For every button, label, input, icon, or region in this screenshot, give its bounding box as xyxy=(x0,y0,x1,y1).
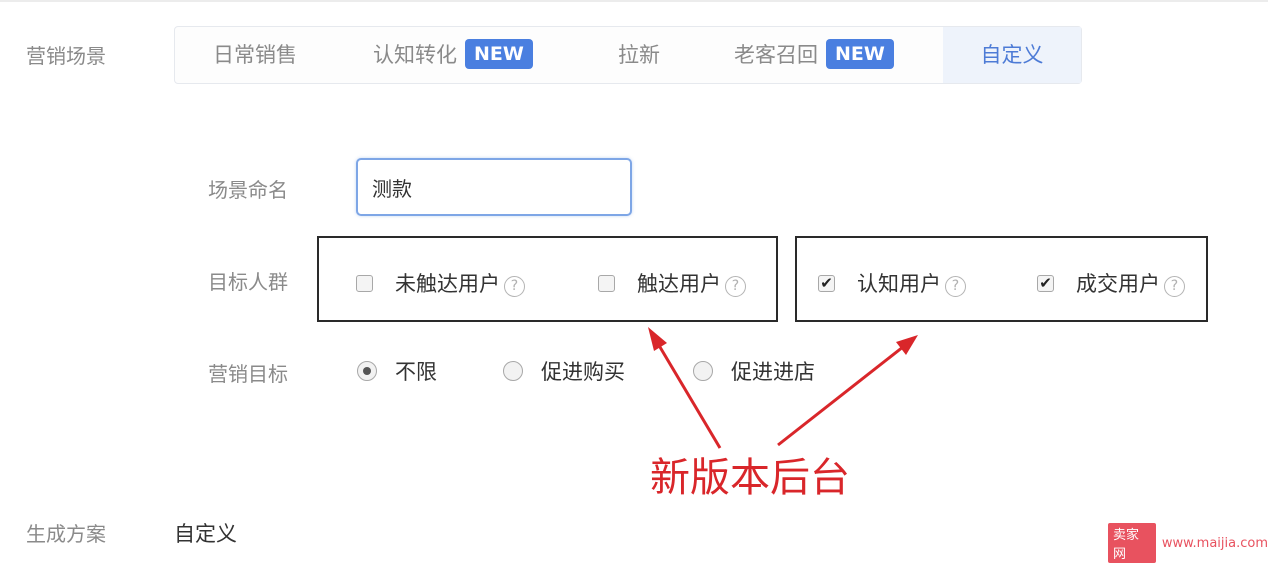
arrow-left-head xyxy=(648,327,667,351)
arrow-right xyxy=(777,335,918,447)
watermark-logo: 卖家网 xyxy=(1108,523,1156,563)
arrow-right-shaft xyxy=(777,341,909,447)
annotation-arrows xyxy=(648,327,918,449)
arrow-right-head xyxy=(896,335,918,355)
generate-plan-label: 生成方案 xyxy=(26,522,106,546)
annotation-text: 新版本后台 xyxy=(650,455,850,501)
watermark: 卖家网 www.maijia.com xyxy=(1108,523,1268,563)
arrow-left-shaft xyxy=(652,336,722,449)
arrow-left xyxy=(648,327,722,449)
watermark-url: www.maijia.com xyxy=(1161,535,1268,551)
generate-plan-value: 自定义 xyxy=(174,522,237,546)
